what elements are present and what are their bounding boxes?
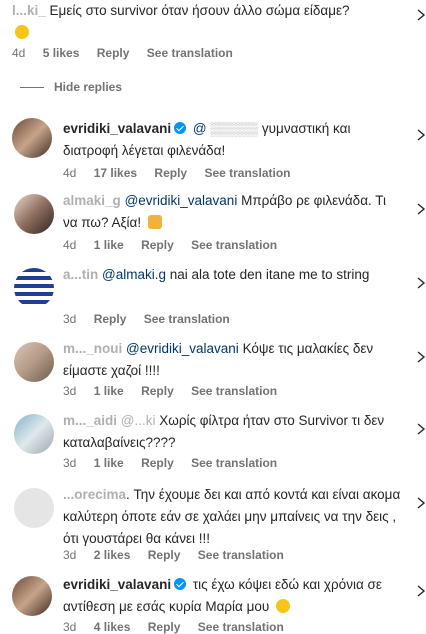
reply-username[interactable]: m..._noui: [63, 341, 122, 356]
reply-button[interactable]: Reply: [148, 620, 181, 634]
reply-username[interactable]: almaki_g: [63, 193, 121, 208]
reply-item: ...orecima. Την έχουμε δει και από κοντά…: [0, 484, 426, 568]
reply-username[interactable]: ...orecima: [63, 487, 126, 502]
reply-mention[interactable]: @evridiki_valavani: [126, 341, 239, 356]
see-translation-button[interactable]: See translation: [191, 384, 277, 398]
see-translation-button[interactable]: See translation: [147, 46, 233, 60]
reply-mention[interactable]: @...ki: [121, 413, 156, 428]
verified-badge-icon: [174, 122, 187, 134]
see-translation-button[interactable]: See translation: [198, 620, 284, 634]
reply-username[interactable]: evridiki_valavani: [63, 121, 171, 136]
comment-time: 4d: [12, 46, 26, 60]
reply-mention[interactable]: @almaki.g: [102, 267, 166, 282]
grinning-face-icon: [276, 599, 291, 613]
avatar[interactable]: [12, 118, 52, 158]
reply-meta: 3d 4 likes Reply See translation: [63, 620, 284, 634]
comment-top: l...ki_ Εμείς στο survivor όταν ήσουν άλ…: [0, 0, 426, 64]
see-translation-button[interactable]: See translation: [191, 456, 277, 470]
avatar[interactable]: [14, 342, 54, 382]
avatar[interactable]: [14, 414, 54, 454]
reply-username[interactable]: evridiki_valavani: [63, 577, 171, 592]
clapping-hands-icon: [147, 215, 162, 229]
reply-meta: 3d 1 like Reply See translation: [63, 456, 278, 470]
comment-text: l...ki_ Εμείς στο survivor όταν ήσουν άλ…: [12, 0, 402, 44]
reply-meta: 3d Reply See translation: [63, 312, 230, 326]
reply-item: a...tin @almaki.g nai ala tote den itane…: [0, 264, 426, 330]
reply-button[interactable]: Reply: [141, 238, 174, 252]
reply-item: almaki_g @evridiki_valavani Μπράβο ρε φι…: [0, 190, 426, 260]
reply-item: m..._noui @evridiki_valavani Κόψε τις μα…: [0, 338, 426, 404]
heart-icon[interactable]: [417, 496, 426, 510]
reply-meta: 3d 1 like Reply See translation: [63, 384, 278, 398]
reply-button[interactable]: Reply: [97, 46, 130, 60]
reply-mention[interactable]: @evridiki_valavani: [125, 193, 238, 208]
heart-icon[interactable]: [417, 128, 426, 142]
see-translation-button[interactable]: See translation: [191, 238, 277, 252]
reply-item: evridiki_valavani τις έχω κόψει εδώ και …: [0, 574, 426, 634]
see-translation-button[interactable]: See translation: [204, 166, 290, 180]
see-translation-button[interactable]: See translation: [198, 548, 284, 562]
reply-body: nai ala tote den itane me to string: [169, 267, 370, 282]
reply-meta: 3d 2 likes Reply See translation: [63, 548, 284, 562]
heart-icon[interactable]: [417, 350, 426, 364]
comment-body: Εμείς στο survivor όταν ήσουν άλλο σώμα …: [49, 3, 350, 18]
heart-icon[interactable]: [417, 8, 426, 22]
reply-meta: 4d 17 likes Reply See translation: [63, 166, 291, 180]
reply-button[interactable]: Reply: [154, 166, 187, 180]
heart-icon[interactable]: [417, 422, 426, 436]
heart-icon[interactable]: [417, 584, 426, 598]
avatar[interactable]: [12, 576, 52, 616]
reply-meta: 4d 1 like Reply See translation: [63, 238, 278, 252]
reply-button[interactable]: Reply: [141, 384, 174, 398]
verified-badge-icon: [174, 578, 187, 590]
see-translation-button[interactable]: See translation: [144, 312, 230, 326]
thinking-face-icon: [15, 25, 29, 39]
comment-username[interactable]: l...ki_: [12, 3, 46, 18]
comment-meta: 4d 5 likes Reply See translation: [12, 46, 247, 60]
avatar[interactable]: [14, 488, 54, 528]
avatar[interactable]: [14, 194, 54, 234]
reply-button[interactable]: Reply: [141, 456, 174, 470]
reply-item: m..._aidi @...ki Χωρίς φίλτρα ήταν στο S…: [0, 410, 426, 476]
comment-likes[interactable]: 5 likes: [43, 46, 80, 60]
reply-username[interactable]: m..._aidi: [63, 413, 117, 428]
hide-replies-button[interactable]: Hide replies: [20, 80, 122, 94]
reply-item: evridiki_valavani @ ▒▒▒▒▒ γυμναστική και…: [0, 118, 426, 188]
reply-mention[interactable]: @: [193, 121, 207, 136]
heart-icon[interactable]: [417, 276, 426, 290]
heart-icon[interactable]: [417, 202, 426, 216]
reply-username[interactable]: a...tin: [63, 267, 98, 282]
reply-button[interactable]: Reply: [148, 548, 181, 562]
avatar[interactable]: [14, 268, 54, 308]
reply-button[interactable]: Reply: [94, 312, 127, 326]
